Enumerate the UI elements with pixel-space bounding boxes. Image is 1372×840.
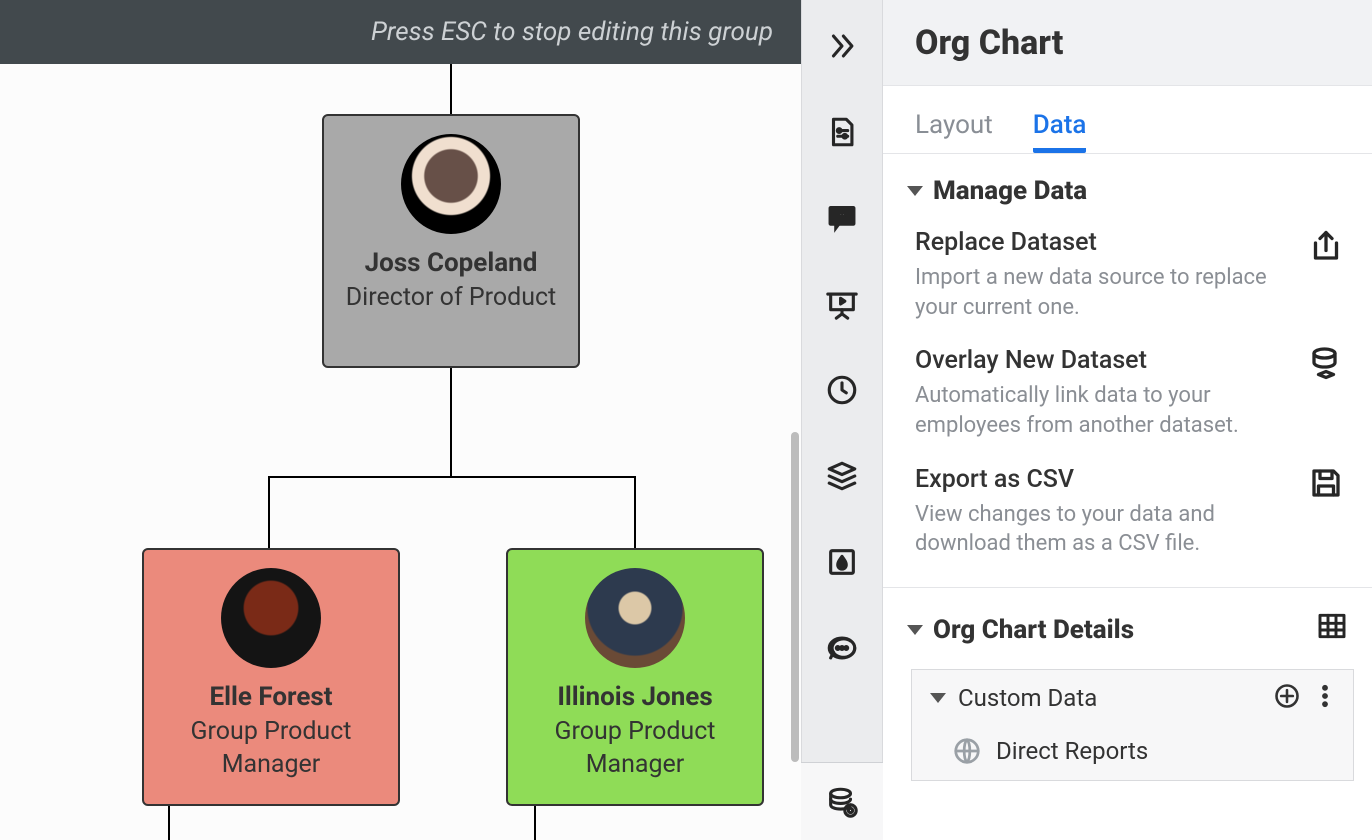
icon-sidebar: ❝ [801,0,883,840]
presentation-icon[interactable] [801,280,883,328]
org-chart-details-header[interactable]: Org Chart Details [883,588,1372,663]
connector [450,64,452,114]
scrollbar-thumb[interactable] [791,432,799,762]
data-link-icon[interactable] [801,762,883,840]
clock-icon[interactable] [801,366,883,414]
upload-icon [1304,228,1348,264]
expand-icon[interactable] [801,22,883,70]
item-title: Replace Dataset [915,228,1286,257]
item-title: Overlay New Dataset [915,346,1286,375]
org-node-root[interactable]: Joss Copeland Director of Product [322,114,580,368]
connector [634,476,636,548]
connector [168,806,170,840]
tab-data[interactable]: Data [1033,110,1087,153]
editor-hint-bar: Press ESC to stop editing this group [0,0,801,64]
chevron-down-icon [930,693,946,703]
esc-hint: Press ESC to stop editing this group [371,17,773,47]
custom-data-label: Custom Data [958,684,1097,712]
section-label: Org Chart Details [933,615,1134,645]
fill-drop-icon[interactable] [801,538,883,586]
person-name: Elle Forest [209,682,332,712]
globe-icon [952,736,982,766]
svg-text:❝: ❝ [839,210,846,225]
more-menu-icon[interactable] [1311,682,1339,714]
direct-reports-field[interactable]: Direct Reports [912,726,1353,780]
item-desc: Import a new data source to replace your… [915,263,1275,322]
add-field-icon[interactable] [1273,682,1301,714]
person-name: Joss Copeland [365,248,538,278]
tab-layout[interactable]: Layout [915,110,993,153]
replace-dataset-item[interactable]: Replace Dataset Import a new data source… [883,214,1372,332]
person-title: Director of Product [332,282,571,315]
connector [268,476,636,478]
panel-title: Org Chart [883,0,1372,86]
item-desc: Automatically link data to your employee… [915,381,1275,440]
custom-data-box: Custom Data Direct Reports [911,669,1354,781]
panel-tabs: Layout Data [883,86,1372,154]
connector [450,368,452,476]
overlay-dataset-item[interactable]: Overlay New Dataset Automatically link d… [883,332,1372,450]
manage-data-header[interactable]: Manage Data [883,154,1372,214]
org-node-child-1[interactable]: Elle Forest Group Product Manager [142,548,400,806]
item-title: Export as CSV [915,465,1286,494]
comment-quote-icon[interactable]: ❝ [801,194,883,242]
table-icon[interactable] [1316,610,1348,649]
org-node-child-2[interactable]: Illinois Jones Group Product Manager [506,548,764,806]
person-title: Group Product Manager [508,716,762,781]
connector [268,476,270,548]
chat-icon[interactable] [801,624,883,672]
section-label: Manage Data [933,176,1087,206]
chevron-down-icon [907,186,923,196]
avatar [585,568,685,668]
doc-settings-icon[interactable] [801,108,883,156]
org-chart-canvas[interactable]: Press ESC to stop editing this group Jos… [0,0,801,840]
properties-panel: Org Chart Layout Data Manage Data Replac… [883,0,1372,840]
save-disk-icon [1304,465,1348,501]
person-name: Illinois Jones [557,682,712,712]
field-label: Direct Reports [996,737,1148,765]
custom-data-header[interactable]: Custom Data [912,670,1353,726]
person-title: Group Product Manager [144,716,398,781]
layers-icon[interactable] [801,452,883,500]
database-overlay-icon [1304,346,1348,382]
chevron-down-icon [907,625,923,635]
export-csv-item[interactable]: Export as CSV View changes to your data … [883,451,1372,569]
avatar [221,568,321,668]
connector [534,806,536,840]
item-desc: View changes to your data and download t… [915,500,1275,559]
avatar [401,134,501,234]
